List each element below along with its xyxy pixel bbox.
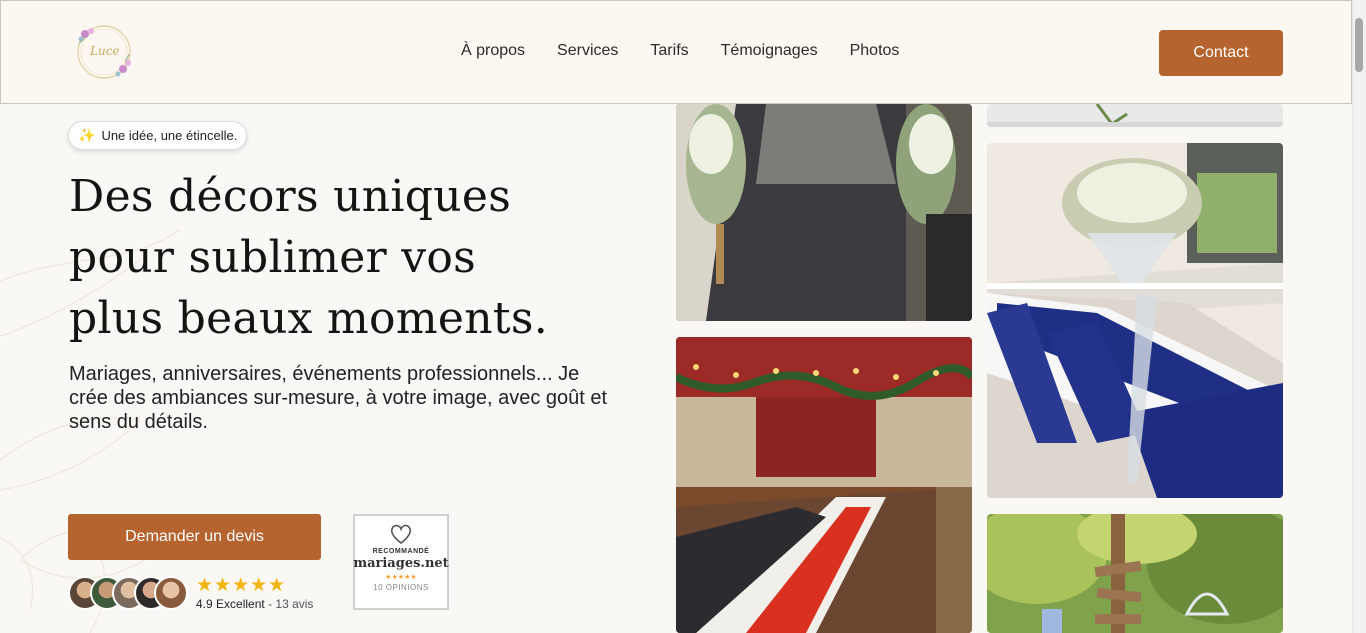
client-avatars (68, 576, 188, 612)
headline-line-2: pour sublimer vos (69, 232, 477, 283)
rating-value: 4.9 Excellent (196, 597, 265, 611)
page-scrollbar[interactable] (1352, 0, 1366, 633)
contact-button[interactable]: Contact (1159, 30, 1283, 76)
main-nav: À propos Services Tarifs Témoignages Pho… (461, 42, 931, 60)
photo-image (987, 514, 1283, 633)
logo-text: Luce (90, 44, 120, 58)
photo-image (676, 337, 972, 633)
rating-count: - 13 avis (268, 597, 314, 611)
mariages-net-badge[interactable]: RECOMMANDÉ mariages.net ★★★★★ 10 OPINION… (353, 514, 449, 610)
hero-headline: Des décors uniques pour sublimer vos plu… (69, 166, 629, 349)
headline-line-3: plus beaux moments. (69, 293, 548, 344)
nav-tarifs[interactable]: Tarifs (650, 42, 688, 60)
headline-line-1: Des décors uniques (69, 171, 512, 222)
hero-subtitle: Mariages, anniversaires, événements prof… (69, 363, 608, 433)
photo-red-hall-banquet[interactable] (676, 337, 972, 633)
tagline-text: Une idée, une étincelle. (101, 128, 238, 143)
heart-icon (390, 524, 412, 545)
mariages-brand: mariages.net (353, 556, 449, 571)
photo-image (987, 104, 1283, 127)
scrollbar-thumb[interactable] (1355, 18, 1363, 72)
photo-blue-white-banquet[interactable] (987, 143, 1283, 498)
photo-table-top-partial[interactable] (987, 104, 1283, 127)
mariages-stars: ★★★★★ (385, 574, 417, 581)
request-quote-button[interactable]: Demander un devis (68, 514, 321, 560)
photo-image (676, 104, 972, 321)
photo-wedding-entrance-flowers[interactable] (676, 104, 972, 321)
tagline-badge: ✨ Une idée, une étincelle. (68, 121, 248, 150)
site-header: Luce À propos Services Tarifs Témoignage… (0, 0, 1352, 104)
avatar (154, 576, 188, 610)
mariages-recommended: RECOMMANDÉ (372, 548, 430, 555)
mariages-opinions: 10 OPINIONS (373, 583, 429, 592)
rating-stars: ★★★★★ (196, 575, 287, 596)
nav-temoignages[interactable]: Témoignages (721, 42, 818, 60)
nav-a-propos[interactable]: À propos (461, 42, 525, 60)
nav-photos[interactable]: Photos (850, 42, 900, 60)
rating-text: 4.9 Excellent - 13 avis (196, 597, 313, 611)
nav-services[interactable]: Services (557, 42, 618, 60)
sparkle-icon: ✨ (78, 127, 96, 143)
photo-image (987, 143, 1283, 498)
photo-garden-signpost[interactable] (987, 514, 1283, 633)
